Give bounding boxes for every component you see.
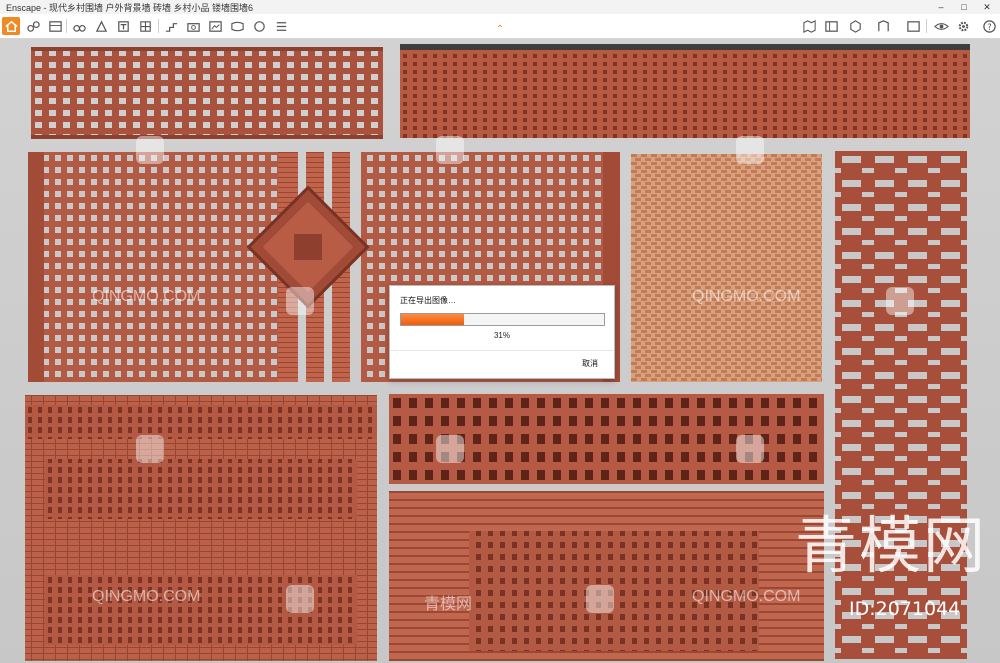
- wall-grid-top-left: [31, 47, 383, 139]
- screenshot-icon[interactable]: [206, 17, 224, 35]
- collapse-toolbar-button[interactable]: ⌃: [492, 24, 508, 36]
- render-icon[interactable]: [250, 17, 268, 35]
- wall-woven-brick: [631, 154, 822, 382]
- watermark-text: QINGMO.COM: [92, 288, 201, 305]
- model-id-label: ID:2071044: [849, 598, 961, 620]
- window-title: Enscape - 现代乡村围墙 户外背景墙 砖墙 乡村小品 镂墙围墙6: [6, 3, 254, 13]
- close-button[interactable]: ✕: [976, 0, 998, 14]
- binoculars-icon[interactable]: [70, 17, 88, 35]
- watermark-logo-icon: [736, 136, 764, 164]
- watermark-logo-icon: [436, 435, 464, 463]
- wall-striped-bottom-left: [25, 395, 377, 661]
- link-icon[interactable]: [24, 17, 42, 35]
- materials-icon[interactable]: [846, 17, 864, 35]
- watermark-text: QINGMO.COM: [692, 588, 801, 605]
- export-progress-bar: [400, 313, 605, 326]
- watermark-logo-icon: [286, 287, 314, 315]
- text-icon[interactable]: [114, 17, 132, 35]
- watermark-logo-icon: [886, 287, 914, 315]
- cancel-button[interactable]: 取消: [582, 358, 598, 369]
- wall-tall-checker-column: [835, 151, 967, 659]
- wall-perforated-top-right: [400, 44, 970, 138]
- camera-icon[interactable]: [184, 17, 202, 35]
- help-icon[interactable]: ?: [980, 17, 998, 35]
- progress-fill: [401, 314, 464, 325]
- bim-icon[interactable]: [46, 17, 64, 35]
- title-bar: Enscape - 现代乡村围墙 户外背景墙 砖墙 乡村小品 镂墙围墙6 – □…: [0, 0, 1000, 15]
- svg-text:?: ?: [987, 21, 991, 31]
- asset-icon[interactable]: [874, 17, 892, 35]
- minimize-button[interactable]: –: [930, 0, 952, 14]
- progress-percent-label: 31%: [493, 331, 510, 340]
- watermark-logo-icon: [736, 435, 764, 463]
- watermark-text-cn: 青模网: [424, 596, 473, 613]
- render-viewport[interactable]: QINGMO.COM QINGMO.COM QINGMO.COM QINGMO.…: [0, 39, 1000, 663]
- batch-icon[interactable]: [272, 17, 290, 35]
- panorama-icon[interactable]: [228, 17, 246, 35]
- grid-icon[interactable]: [136, 17, 154, 35]
- watermark-logo-icon: [286, 585, 314, 613]
- map-icon[interactable]: [800, 17, 818, 35]
- stairs-icon[interactable]: [162, 17, 180, 35]
- watermark-text: QINGMO.COM: [692, 288, 801, 305]
- wall-horizontal-bands: [389, 491, 824, 661]
- watermark-logo-icon: [586, 585, 614, 613]
- object-icon[interactable]: [92, 17, 110, 35]
- dialog-title: 正在导出图像…: [400, 296, 456, 305]
- maximize-button[interactable]: □: [953, 0, 975, 14]
- export-progress-dialog: 正在导出图像… 31% 取消: [389, 285, 615, 379]
- sky-icon[interactable]: [904, 17, 922, 35]
- layout-icon[interactable]: [822, 17, 840, 35]
- watermark-logo-icon: [136, 435, 164, 463]
- settings-icon[interactable]: [954, 17, 972, 35]
- watermark-text: QINGMO.COM: [92, 588, 201, 605]
- brand-watermark: 青模网: [795, 509, 988, 582]
- watermark-logo-icon: [136, 136, 164, 164]
- watermark-logo-icon: [436, 136, 464, 164]
- visibility-icon[interactable]: [932, 17, 950, 35]
- home-icon[interactable]: [2, 17, 20, 35]
